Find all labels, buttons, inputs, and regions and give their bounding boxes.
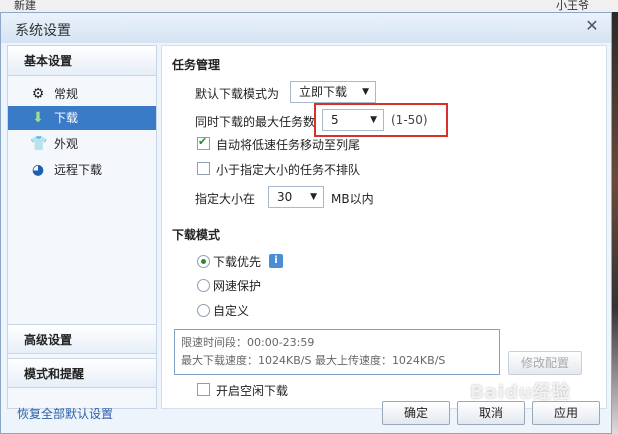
speed-protection-label: 网速保护: [213, 279, 262, 293]
restore-defaults-link[interactable]: 恢复全部默认设置: [17, 405, 113, 422]
info-icon[interactable]: i: [269, 254, 283, 268]
speed-limit-info-box: 限速时间段：00:00-23:59 最大下载速度：1024KB/S 最大上传速度…: [174, 329, 500, 375]
settings-dialog: 系统设置 ✕ 基本设置 ⚙ 常规 ⬇ 下载 👕 外观 ◕ 远程下载 高级设置 模…: [0, 12, 612, 434]
ok-button[interactable]: 确定: [382, 401, 450, 425]
max-tasks-label: 同时下载的最大任务数: [195, 115, 316, 129]
download-icon: ⬇: [32, 110, 44, 126]
gear-icon: ⚙: [31, 86, 45, 102]
remote-icon: ◕: [31, 162, 45, 178]
sidebar: 基本设置 ⚙ 常规 ⬇ 下载 👕 外观 ◕ 远程下载 高级设置 模式和提醒: [7, 45, 157, 409]
cancel-button[interactable]: 取消: [457, 401, 525, 425]
default-mode-value: 立即下载: [299, 85, 348, 99]
auto-move-checkbox[interactable]: [197, 135, 210, 150]
download-mode-title: 下载模式: [172, 228, 221, 242]
watermark-logo: Baidu经验: [470, 382, 571, 403]
titlebar: 系统设置 ✕: [1, 13, 611, 43]
auto-move-label: 自动将低速任务移动至列尾: [216, 138, 361, 152]
sidebar-item-label: 常规: [54, 87, 79, 101]
size-prefix-label: 指定大小在: [195, 192, 256, 206]
download-priority-label: 下载优先: [213, 255, 262, 269]
size-suffix-label: MB以内: [331, 192, 374, 206]
default-mode-label: 默认下载模式为: [195, 87, 280, 101]
radio-download-priority[interactable]: [197, 255, 210, 268]
sidebar-item-general[interactable]: ⚙ 常规: [8, 82, 156, 106]
shirt-icon: 👕: [30, 136, 48, 152]
highlight-box: [314, 103, 448, 137]
sidebar-section-modes-alerts[interactable]: 模式和提醒: [8, 358, 156, 388]
dialog-title: 系统设置: [15, 23, 71, 39]
limit-speeds-text: 最大下载速度：1024KB/S 最大上传速度：1024KB/S: [181, 354, 446, 367]
limit-period-text: 限速时间段：00:00-23:59: [181, 336, 315, 349]
sidebar-item-label: 外观: [54, 137, 79, 151]
sidebar-section-basic[interactable]: 基本设置: [8, 46, 156, 76]
radio-custom[interactable]: [197, 304, 210, 317]
sidebar-item-remote-download[interactable]: ◕ 远程下载: [8, 158, 156, 182]
idle-download-label: 开启空闲下载: [216, 384, 289, 398]
sidebar-item-label: 远程下载: [54, 163, 103, 177]
close-icon[interactable]: ✕: [583, 17, 601, 35]
chevron-down-icon: ▼: [362, 87, 369, 97]
sidebar-item-download[interactable]: ⬇ 下载: [8, 106, 156, 130]
sidebar-item-appearance[interactable]: 👕 外观: [8, 132, 156, 156]
task-management-title: 任务管理: [172, 58, 221, 72]
radio-speed-protection[interactable]: [197, 279, 210, 292]
default-mode-select[interactable]: 立即下载 ▼: [290, 81, 376, 103]
size-value: 30: [277, 190, 293, 204]
sidebar-section-advanced[interactable]: 高级设置: [8, 324, 156, 354]
no-queue-small-checkbox[interactable]: [197, 162, 210, 175]
settings-main-panel: 任务管理 默认下载模式为 立即下载 ▼ 同时下载的最大任务数 5 ▼ (1-50…: [161, 45, 607, 409]
no-queue-small-label: 小于指定大小的任务不排队: [216, 163, 361, 177]
custom-label: 自定义: [213, 304, 250, 318]
apply-button[interactable]: 应用: [532, 401, 600, 425]
sidebar-item-label: 下载: [54, 111, 79, 125]
modify-config-button[interactable]: 修改配置: [508, 351, 582, 375]
idle-download-checkbox[interactable]: [197, 383, 210, 396]
size-select[interactable]: 30 ▼: [268, 186, 324, 208]
chevron-down-icon: ▼: [310, 192, 317, 202]
